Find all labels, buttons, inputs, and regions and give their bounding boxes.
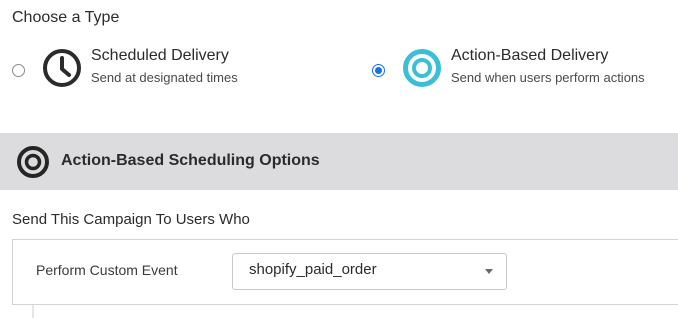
send-campaign-label: Send This Campaign To Users Who [12,211,250,228]
action-based-delivery-description: Send when users perform actions [451,70,645,85]
scheduling-options-title: Action-Based Scheduling Options [61,152,320,169]
action-based-delivery-title[interactable]: Action-Based Delivery [451,47,608,65]
trigger-type-label: Perform Custom Event [36,262,178,278]
target-icon[interactable] [402,48,442,88]
action-based-delivery-radio[interactable] [372,64,385,77]
scheduled-delivery-description: Send at designated times [91,70,238,85]
chevron-down-icon[interactable] [485,269,493,274]
scheduled-delivery-radio[interactable] [12,64,25,77]
clock-icon[interactable] [42,48,82,88]
choose-type-heading: Choose a Type [12,9,120,26]
divider [32,305,34,318]
custom-event-value[interactable]: shopify_paid_order [249,261,377,278]
target-icon [16,145,50,179]
scheduled-delivery-title[interactable]: Scheduled Delivery [91,47,229,65]
